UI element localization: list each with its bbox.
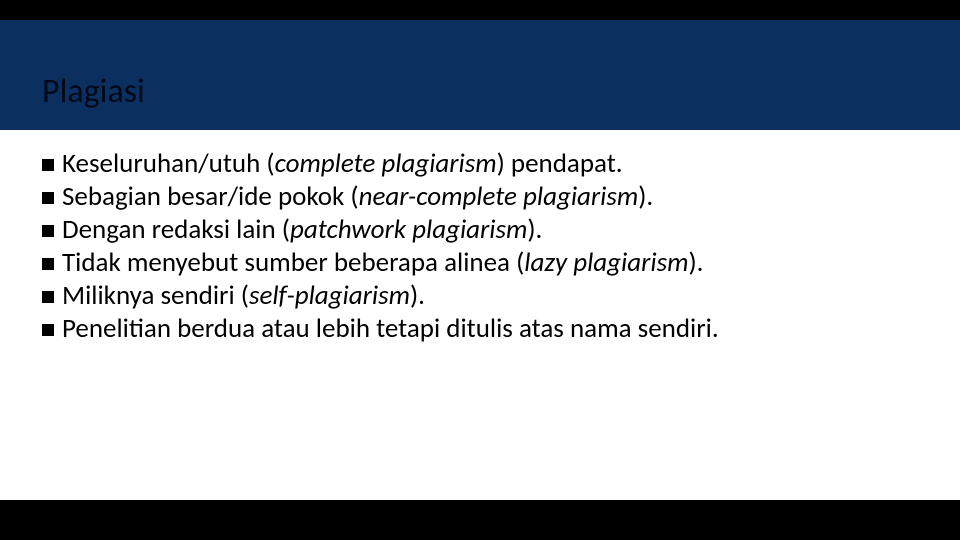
bullet-text: Keseluruhan/utuh (complete plagiarism) p… (62, 148, 922, 181)
bullet-marker-icon (42, 225, 54, 237)
slide-content: Keseluruhan/utuh (complete plagiarism) p… (42, 148, 922, 346)
bullet-item: Miliknya sendiri (self-plagiarism). (42, 280, 922, 313)
bullet-item: Sebagian besar/ide pokok (near-complete … (42, 181, 922, 214)
bullet-text: Penelitian berdua atau lebih tetapi ditu… (62, 313, 922, 346)
slide: Plagiasi Keseluruhan/utuh (complete plag… (0, 20, 960, 500)
slide-title: Plagiasi (42, 71, 145, 112)
bullet-text: Miliknya sendiri (self-plagiarism). (62, 280, 922, 313)
bullet-item: Dengan redaksi lain (patchwork plagiaris… (42, 214, 922, 247)
bullet-item: Penelitian berdua atau lebih tetapi ditu… (42, 313, 922, 346)
bullet-marker-icon (42, 324, 54, 336)
bullet-marker-icon (42, 258, 54, 270)
bullet-text: Dengan redaksi lain (patchwork plagiaris… (62, 214, 922, 247)
title-bar: Plagiasi (0, 20, 960, 130)
bullet-marker-icon (42, 291, 54, 303)
bullet-item: Tidak menyebut sumber beberapa alinea (l… (42, 247, 922, 280)
bullet-text: Sebagian besar/ide pokok (near-complete … (62, 181, 922, 214)
bullet-item: Keseluruhan/utuh (complete plagiarism) p… (42, 148, 922, 181)
bullet-marker-icon (42, 159, 54, 171)
bullet-text: Tidak menyebut sumber beberapa alinea (l… (62, 247, 922, 280)
bullet-marker-icon (42, 192, 54, 204)
